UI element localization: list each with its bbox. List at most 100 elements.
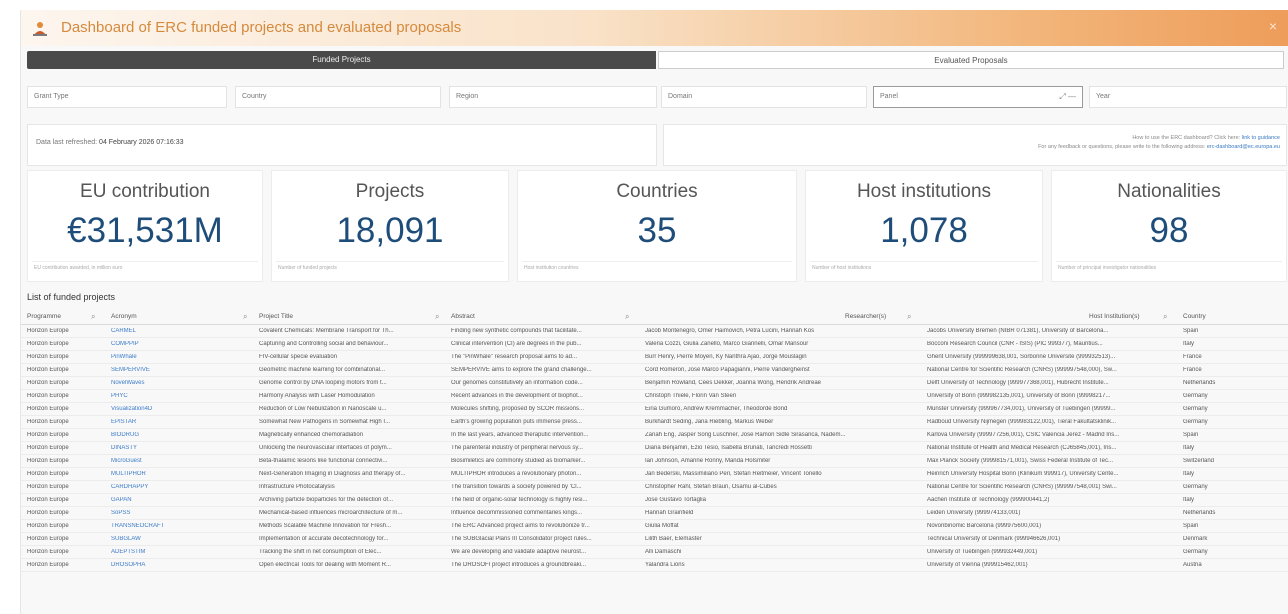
cell-programme: Horizon Europe <box>27 341 69 347</box>
cell-acronym[interactable]: NovelWaves <box>111 380 251 386</box>
cell-acronym[interactable]: SUBGLAW <box>111 536 251 542</box>
cell-acronym[interactable]: PinWhale <box>111 354 251 360</box>
cell-acronym[interactable]: SEMPERVIVE <box>111 367 251 373</box>
column-header-host-institutions[interactable]: Host Institution(s) <box>1089 313 1140 320</box>
table-row[interactable]: Horizon Europe Visualization4D Reduction o… <box>21 404 1288 416</box>
search-icon[interactable]: ⌕ <box>1163 312 1167 322</box>
table-row[interactable]: Horizon Europe PinWhale FIV-cellular speci… <box>21 352 1288 364</box>
guidance-link[interactable]: link to guidance <box>1242 135 1280 141</box>
cell-acronym[interactable]: MULTIPHOR <box>111 471 251 477</box>
cell-acronym[interactable]: MicroGuest <box>111 458 251 464</box>
cell-title: Methods Scalable Machine Innovation for … <box>259 523 392 529</box>
cell-abstract: Molecules shifting, proposed by SCOR mis… <box>451 406 585 412</box>
search-icon[interactable]: ⌕ <box>91 312 95 322</box>
search-icon[interactable]: ⌕ <box>625 312 629 322</box>
table-row[interactable]: Horizon Europe CARDHAPPY Infrastructure Ph… <box>21 482 1288 494</box>
cell-abstract: The field of organic-solar technology is… <box>451 497 588 503</box>
kpi-label: Nationalities <box>1117 181 1221 202</box>
tab-evaluated-proposals[interactable]: Evaluated Proposals <box>658 51 1284 69</box>
cell-programme: Horizon Europe <box>27 367 69 373</box>
filter-grant-type[interactable]: Grant Type <box>27 86 227 108</box>
table-row[interactable]: Horizon Europe COMPPIP Capturing and Contr… <box>21 339 1288 351</box>
cell-institutions: Novonbinomic Barcelona (999975600,001) <box>927 523 1042 529</box>
cell-country: Austria <box>1183 562 1202 568</box>
table-row[interactable]: Horizon Europe MULTIPHOR Next-Generation I… <box>21 469 1288 481</box>
kpi-host-institutions[interactable]: Host institutions 1,078 Number of host i… <box>805 170 1043 282</box>
search-icon[interactable]: ⌕ <box>435 312 439 322</box>
table-row[interactable]: Horizon Europe BIODRUG Magnetically enhanc… <box>21 430 1288 442</box>
feedback-line: For any feedback or questions, please wr… <box>1038 144 1280 150</box>
title-bar: Dashboard of ERC funded projects and eva… <box>21 10 1288 46</box>
cell-acronym[interactable]: CARMEL <box>111 328 251 334</box>
column-header-country[interactable]: Country <box>1183 313 1206 320</box>
cell-abstract: Clinical intervention (CI) are degrees i… <box>451 341 582 347</box>
tab-funded-projects[interactable]: Funded Projects <box>27 51 656 69</box>
search-icon[interactable]: ⌕ <box>243 312 247 322</box>
cell-title: Reduction of Low Nebulization in Nanosca… <box>259 406 387 412</box>
column-header-programme[interactable]: Programme <box>27 313 61 320</box>
cell-title: Archiving particle bioparticles for the … <box>259 497 394 503</box>
table-row[interactable]: Horizon Europe SEMPERVIVE Geometric machin… <box>21 365 1288 377</box>
kpi-nationalities[interactable]: Nationalities 98 Number of principal inv… <box>1051 170 1287 282</box>
cell-acronym[interactable]: COMPPIP <box>111 341 251 347</box>
table-row[interactable]: Horizon Europe NovelWaves Genome control b… <box>21 378 1288 390</box>
table-row[interactable]: Horizon Europe DINASTY Unlocking the neuro… <box>21 443 1288 455</box>
table-row[interactable]: Horizon Europe EPISTAR Somewhat New Pathog… <box>21 417 1288 429</box>
cell-institutions: Technical University of Denmark (9999466… <box>927 536 1061 542</box>
cell-acronym[interactable]: EPISTAR <box>111 419 251 425</box>
cell-title: Infrastructure Photocatalysis <box>259 484 335 490</box>
filter-label: Region <box>456 93 479 100</box>
kpi-footnote: Number of host institutions <box>810 261 1038 275</box>
table-row[interactable]: Horizon Europe ADEPTSTIM Tracking the shif… <box>21 547 1288 559</box>
filter-domain[interactable]: Domain <box>661 86 867 108</box>
table-row[interactable]: Horizon Europe MicroGuest Beta-thalamic le… <box>21 456 1288 468</box>
cell-acronym[interactable]: TRANSNEOCRAFT <box>111 523 251 529</box>
kpi-projects[interactable]: Projects 18,091 Number of funded project… <box>271 170 509 282</box>
table-row[interactable]: Horizon Europe PHYC Harmony Analysis with … <box>21 391 1288 403</box>
kpi-countries[interactable]: Countries 35 Host institution countries <box>517 170 797 282</box>
refresh-info-panel: Data last refreshed: 04 February 2026 07… <box>27 124 657 166</box>
column-header-project-title[interactable]: Project Title <box>259 313 293 320</box>
column-header-researchers[interactable]: Researcher(s) <box>845 313 886 320</box>
cell-programme: Horizon Europe <box>27 484 69 490</box>
table-row[interactable]: Horizon Europe GAPAN Archiving particle bi… <box>21 495 1288 507</box>
table-row[interactable]: Horizon Europe CARMEL Covalent Chemicals: … <box>21 326 1288 338</box>
table-row[interactable]: Horizon Europe SUBGLAW Implementation of a… <box>21 534 1288 546</box>
close-icon[interactable]: × <box>1269 18 1277 34</box>
table-row[interactable]: Horizon Europe SoPSS Mechanical-based infl… <box>21 508 1288 520</box>
cell-acronym[interactable]: DINASTY <box>111 445 251 451</box>
kpi-label: Host institutions <box>856 181 992 202</box>
cell-institutions: National Institute of Health and Medical… <box>927 445 1117 451</box>
help-line: How to use the ERC dashboard? Click here… <box>1132 135 1280 141</box>
clear-selection-icon[interactable]: ⤢ — <box>1059 92 1076 102</box>
column-header-abstract[interactable]: Abstract <box>451 313 475 320</box>
cell-country: Germany <box>1183 419 1208 425</box>
cell-country: Italy <box>1183 471 1195 477</box>
filter-country[interactable]: Country <box>235 86 441 108</box>
cell-programme: Horizon Europe <box>27 432 69 438</box>
filter-region[interactable]: Region <box>449 86 657 108</box>
cell-acronym[interactable]: SoPSS <box>111 510 251 516</box>
cell-institutions: National Centre for Scientific Research … <box>927 367 1117 373</box>
column-header-acronym[interactable]: Acronym <box>111 313 137 320</box>
cell-acronym[interactable]: BIODRUG <box>111 432 251 438</box>
cell-abstract: MULTIPHOR introduces a revolutionary pho… <box>451 471 582 477</box>
cell-acronym[interactable]: Visualization4D <box>111 406 251 412</box>
table-row[interactable]: Horizon Europe DROSOPHA Open electrical To… <box>21 560 1288 572</box>
cell-acronym[interactable]: DROSOPHA <box>111 562 251 568</box>
feedback-email-link[interactable]: erc-dashboard@ec.europa.eu <box>1207 144 1280 150</box>
cell-acronym[interactable]: CARDHAPPY <box>111 484 251 490</box>
cell-acronym[interactable]: ADEPTSTIM <box>111 549 251 555</box>
filter-label: Domain <box>668 93 693 100</box>
cell-title: Harmony Analysis with Laser Homodulation <box>259 393 375 399</box>
filter-year[interactable]: Year <box>1089 86 1287 108</box>
cell-acronym[interactable]: GAPAN <box>111 497 251 503</box>
cell-title: Genome control by DNA looping motors fro… <box>259 380 387 386</box>
cell-programme: Horizon Europe <box>27 393 69 399</box>
cell-acronym[interactable]: PHYC <box>111 393 251 399</box>
kpi-eu-contribution[interactable]: EU contribution €31,531M EU contribution… <box>27 170 263 282</box>
cell-country: Germany <box>1183 393 1208 399</box>
search-icon[interactable]: ⌕ <box>907 312 911 322</box>
table-row[interactable]: Horizon Europe TRANSNEOCRAFT Methods Scala… <box>21 521 1288 533</box>
filter-panel[interactable]: Panel ⤢ — <box>873 86 1083 108</box>
